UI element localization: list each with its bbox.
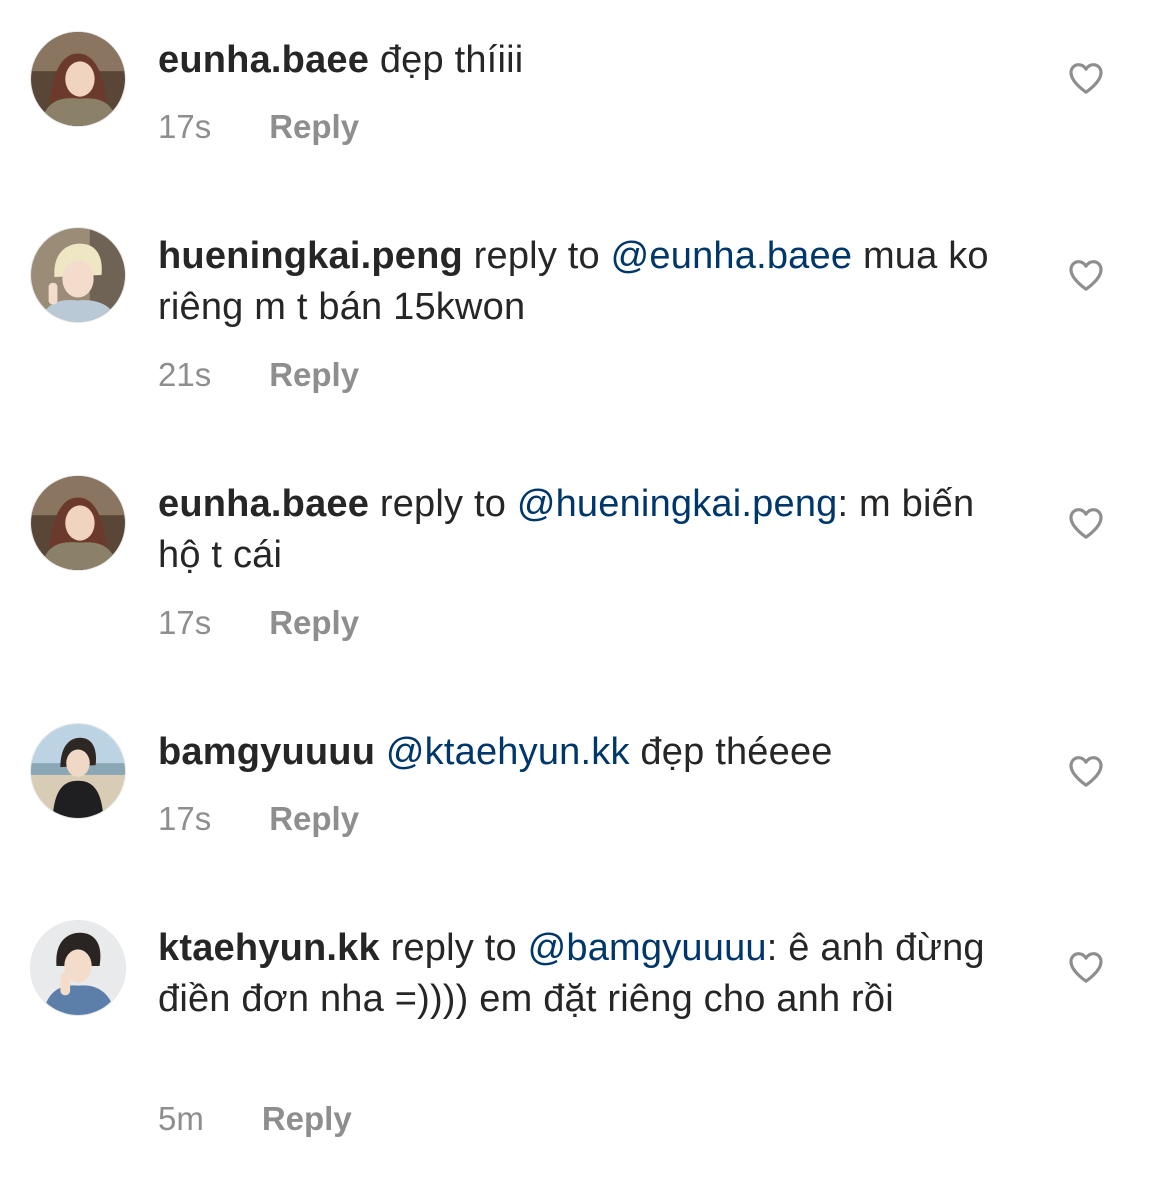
comment-body: đẹp thíiii — [369, 39, 524, 81]
avatar[interactable] — [30, 227, 126, 323]
heart-icon[interactable] — [1066, 255, 1106, 295]
heart-icon[interactable] — [1066, 503, 1106, 543]
comment-body: đẹp théeee — [629, 731, 833, 773]
comment-username[interactable]: hueningkai.peng — [158, 235, 463, 277]
comment-timestamp: 17s — [158, 108, 212, 145]
comment-mention[interactable]: @eunha.baee — [611, 235, 853, 277]
heart-icon[interactable] — [1066, 58, 1106, 98]
comment-mention[interactable]: @ktaehyun.kk — [386, 731, 630, 773]
comment-timestamp: 17s — [158, 800, 212, 837]
comment-timestamp: 5m — [158, 1100, 204, 1137]
comment-mention[interactable]: @bamgyuuuu — [528, 927, 767, 969]
comment-username[interactable]: bamgyuuuu — [158, 731, 375, 773]
comment-mention[interactable]: @hueningkai.peng — [517, 483, 838, 525]
comment-timestamp: 21s — [158, 356, 212, 393]
heart-icon[interactable] — [1066, 751, 1106, 791]
heart-icon[interactable] — [1066, 947, 1106, 987]
reply-button[interactable]: Reply — [269, 604, 359, 642]
reply-button[interactable]: Reply — [269, 108, 359, 146]
comment-prefix: reply to — [462, 235, 611, 277]
comment-meta: 17s Reply — [158, 108, 359, 146]
reply-button[interactable]: Reply — [269, 356, 359, 394]
comment-timestamp: 17s — [158, 604, 212, 641]
comment-username[interactable]: ktaehyun.kk — [158, 927, 380, 969]
comment-text: hueningkai.peng reply to @eunha.baee mua… — [158, 231, 1018, 333]
avatar[interactable] — [30, 723, 126, 819]
reply-button[interactable]: Reply — [262, 1100, 352, 1138]
comment-prefix: reply to — [379, 927, 528, 969]
reply-button[interactable]: Reply — [269, 800, 359, 838]
comment-prefix — [375, 731, 386, 773]
comment-meta: 17s Reply — [158, 800, 359, 838]
comment-text: eunha.baee reply to @hueningkai.peng: m … — [158, 479, 1018, 581]
comment-meta: 17s Reply — [158, 604, 359, 642]
comment-username[interactable]: eunha.baee — [158, 39, 369, 81]
comment-meta: 5m Reply — [158, 1100, 352, 1138]
comment-text: bamgyuuuu @ktaehyun.kk đẹp théeee — [158, 727, 1018, 778]
comment-text: eunha.baee đẹp thíiii — [158, 35, 1018, 86]
comment-meta: 21s Reply — [158, 356, 359, 394]
comment-prefix: reply to — [369, 483, 517, 525]
comment-text: ktaehyun.kk reply to @bamgyuuuu: ê anh đ… — [158, 923, 1018, 1025]
avatar[interactable] — [30, 920, 126, 1016]
avatar[interactable] — [30, 475, 126, 571]
comment-username[interactable]: eunha.baee — [158, 483, 369, 525]
avatar[interactable] — [30, 31, 126, 127]
